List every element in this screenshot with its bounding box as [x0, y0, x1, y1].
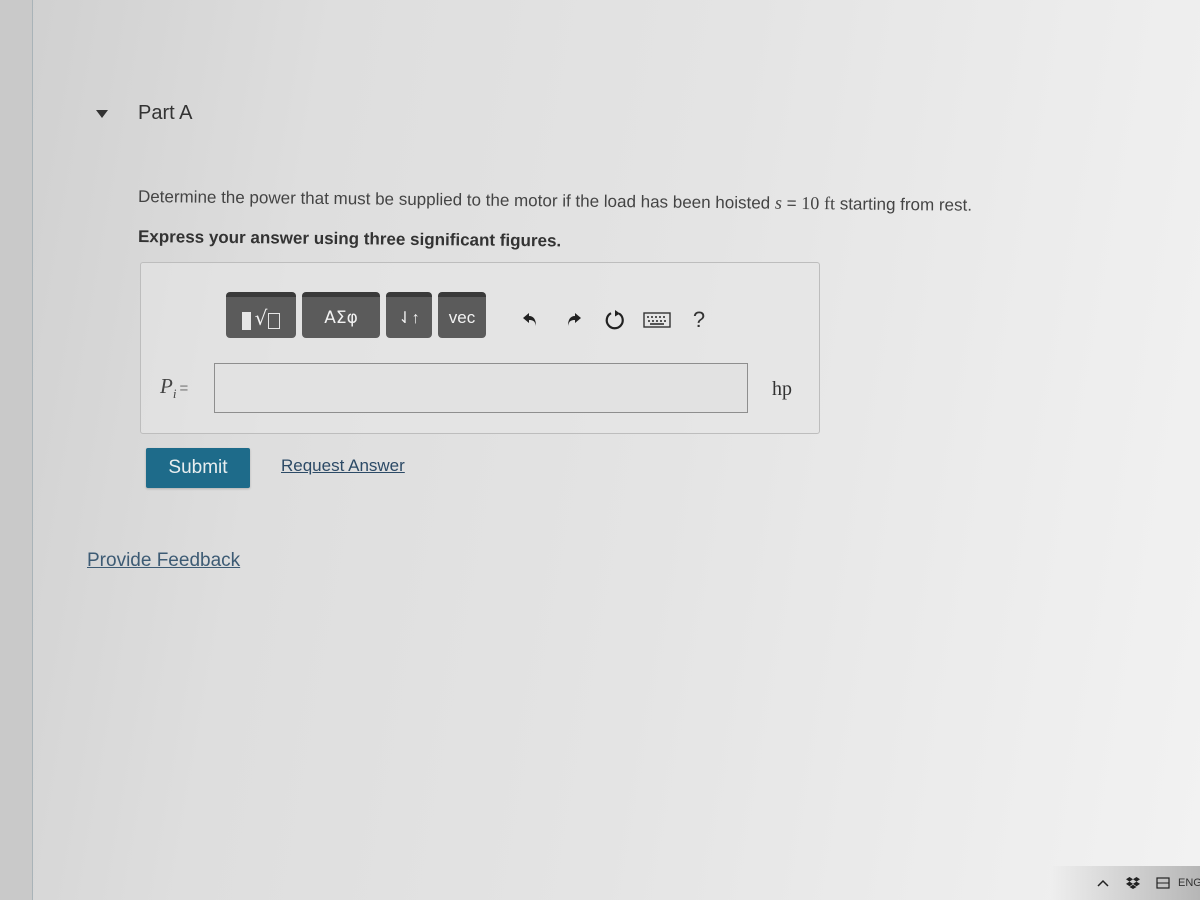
radical-icon: √ — [254, 305, 268, 330]
left-panel-edge — [0, 0, 33, 900]
question-unit: ft — [823, 193, 836, 214]
chevron-up-icon — [1097, 879, 1109, 887]
instruction-text: Express your answer using three signific… — [137, 227, 562, 251]
question-prefix: Determine the power that must be supplie… — [137, 187, 776, 213]
page: Part A Determine the power that must be … — [0, 0, 1200, 900]
question-equals: = — [781, 193, 802, 213]
undo-button[interactable] — [510, 306, 552, 334]
display-tray-button[interactable] — [1148, 877, 1178, 889]
show-hidden-icons-button[interactable] — [1088, 879, 1118, 887]
reset-icon — [605, 310, 624, 330]
redo-icon — [568, 313, 581, 326]
arrows-button[interactable]: ⇃↑ — [386, 292, 432, 338]
editor-actions: ? — [510, 306, 720, 334]
window-icon — [1156, 877, 1170, 889]
help-button[interactable]: ? — [678, 306, 720, 334]
answer-variable: P — [160, 374, 173, 398]
dropbox-icon — [1126, 877, 1140, 889]
answer-unit: hp — [772, 378, 792, 400]
templates-button[interactable]: √ — [226, 292, 296, 338]
answer-subscript: i — [172, 386, 177, 402]
vector-button[interactable]: vec — [438, 292, 486, 338]
submit-button[interactable]: Submit — [146, 448, 250, 488]
provide-feedback-link[interactable]: Provide Feedback — [87, 550, 240, 572]
question-value: 10 — [801, 192, 820, 214]
keyboard-button[interactable] — [636, 306, 678, 334]
language-indicator[interactable]: ENG — [1178, 877, 1200, 889]
undo-icon — [523, 313, 536, 326]
part-title: Part A — [138, 102, 193, 124]
part-header[interactable]: Part A — [96, 102, 192, 125]
keyboard-icon — [643, 312, 671, 328]
template-box-icon — [268, 312, 281, 329]
math-toolbar: √ ΑΣφ ⇃↑ vec — [226, 292, 492, 338]
greek-symbols-button[interactable]: ΑΣφ — [302, 292, 380, 338]
reset-button[interactable] — [594, 306, 636, 334]
answer-variable-label: Pi = — [160, 374, 188, 402]
dropbox-tray-button[interactable] — [1118, 877, 1148, 889]
request-answer-link[interactable]: Request Answer — [281, 456, 405, 476]
redo-button[interactable] — [552, 306, 594, 334]
template-block-icon — [241, 311, 251, 330]
question-suffix: starting from rest. — [834, 194, 973, 215]
answer-input[interactable] — [214, 363, 748, 413]
caret-down-icon[interactable] — [96, 109, 108, 118]
answer-equals: = — [179, 380, 189, 397]
system-tray: ENG — [1050, 866, 1200, 900]
question-text: Determine the power that must be supplie… — [138, 186, 972, 216]
